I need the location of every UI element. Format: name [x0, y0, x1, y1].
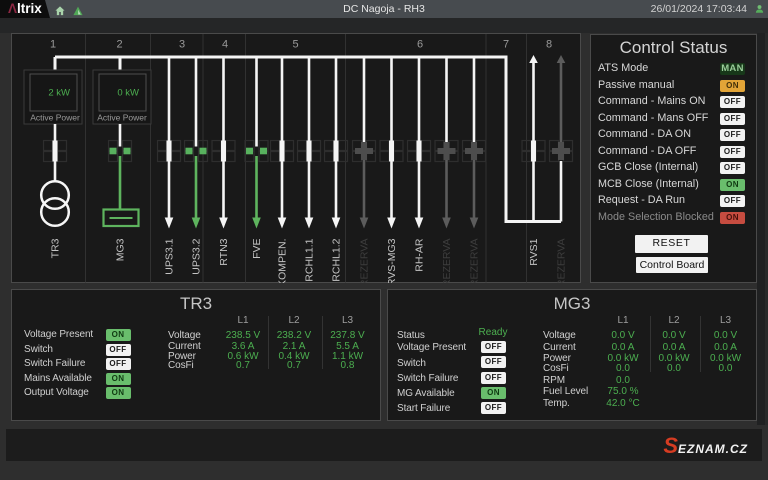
svg-text:5: 5 [292, 39, 298, 51]
svg-text:FVE: FVE [251, 239, 263, 259]
svg-text:KOMPEN.: KOMPEN. [277, 239, 289, 284]
svg-text:TR3: TR3 [50, 238, 62, 258]
svg-text:REZERVA: REZERVA [556, 239, 568, 284]
svg-text:MG3: MG3 [115, 238, 127, 261]
svg-text:RTN3: RTN3 [218, 238, 230, 265]
svg-text:1: 1 [50, 39, 56, 51]
svg-text:2: 2 [116, 39, 122, 51]
svg-text:REZERVA: REZERVA [441, 239, 453, 284]
svg-text:Active Power: Active Power [97, 113, 147, 123]
svg-text:0 kW: 0 kW [117, 88, 139, 99]
svg-text:2 kW: 2 kW [48, 88, 70, 99]
svg-text:4: 4 [222, 39, 228, 51]
svg-text:Active Power: Active Power [30, 113, 80, 123]
svg-text:REZERVA: REZERVA [469, 239, 481, 284]
svg-text:6: 6 [417, 39, 423, 51]
svg-text:RCHL1.1: RCHL1.1 [304, 238, 316, 281]
svg-text:UPS3.2: UPS3.2 [191, 238, 203, 274]
svg-text:3: 3 [179, 39, 185, 51]
svg-text:RVS-MG3: RVS-MG3 [386, 238, 398, 283]
svg-text:RH-AR: RH-AR [414, 238, 426, 272]
svg-text:8: 8 [546, 39, 552, 51]
svg-text:REZERVA: REZERVA [359, 239, 371, 284]
svg-text:7: 7 [503, 39, 509, 51]
svg-text:UPS3.1: UPS3.1 [164, 238, 176, 274]
svg-text:RCHL1.2: RCHL1.2 [331, 238, 343, 281]
svg-text:RVS1: RVS1 [528, 238, 540, 265]
